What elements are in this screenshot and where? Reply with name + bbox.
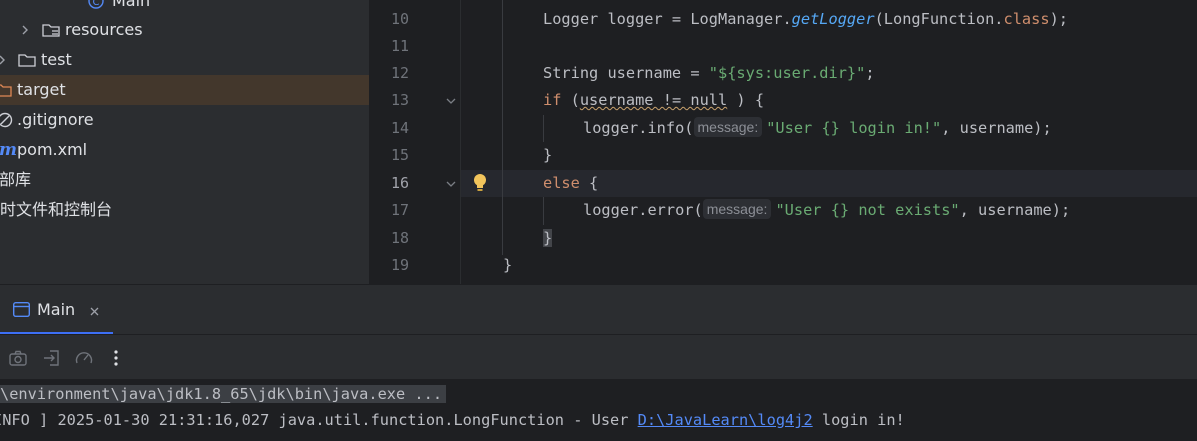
tree-item-pom[interactable]: m pom.xml [0, 135, 369, 165]
folder-icon [18, 54, 36, 67]
project-tree: C Main resources test target .gitignore … [0, 0, 369, 284]
line-number: 17 [390, 201, 409, 219]
parameter-hint: message: [702, 199, 772, 219]
fold-chevron-icon[interactable] [446, 96, 456, 106]
parameter-hint: message: [693, 117, 763, 137]
code-line-14: logger.info(message: "User {} login in!",… [583, 117, 1052, 137]
tree-item-label: test [41, 50, 72, 69]
camera-icon[interactable] [8, 348, 28, 368]
console-output[interactable]: \environment\java\jdk1.8_65\jdk\bin\java… [0, 379, 1197, 441]
code-line-15: } [543, 146, 553, 164]
chevron-right-icon[interactable] [20, 25, 30, 35]
run-tab-bar: Main [0, 284, 1197, 335]
fold-chevron-icon[interactable] [446, 179, 456, 189]
run-tool-window: Main \environment\java\jdk1.8_65\jdk\bin… [0, 284, 1197, 441]
gauge-icon[interactable] [74, 348, 94, 368]
run-window-icon [13, 302, 30, 317]
chevron-right-icon[interactable] [0, 55, 7, 65]
tree-item-main[interactable]: C Main [0, 0, 369, 16]
console-log-line: INFO ] 2025-01-30 21:31:16,027 java.util… [0, 411, 905, 429]
class-icon: C [88, 0, 104, 9]
indent-guide [543, 197, 544, 225]
tree-item-test[interactable]: test [0, 45, 369, 75]
code-line-19: } [503, 256, 513, 274]
tree-item-external-libraries[interactable]: 外部库 [0, 165, 369, 195]
current-line-highlight [369, 170, 1197, 197]
line-number: 19 [390, 256, 409, 274]
tree-item-label: target [17, 80, 66, 99]
tree-item-label: 外部库 [0, 170, 32, 189]
tree-item-label: 临时文件和控制台 [0, 200, 113, 219]
ignore-file-icon [0, 112, 13, 128]
indent-guide [502, 0, 503, 255]
line-number: 10 [390, 10, 409, 28]
line-number: 14 [390, 119, 409, 137]
line-number: 11 [390, 37, 409, 55]
line-number: 13 [390, 91, 409, 109]
tree-item-target[interactable]: target [0, 75, 369, 105]
code-editor[interactable]: 10 11 12 13 14 15 16 17 18 19 Logger log… [369, 0, 1197, 284]
tab-label: Main [37, 300, 76, 319]
close-icon[interactable] [90, 307, 99, 316]
tree-item-resources[interactable]: resources [0, 15, 369, 45]
login-icon[interactable] [42, 348, 62, 368]
console-command-line: \environment\java\jdk1.8_65\jdk\bin\java… [0, 382, 447, 406]
run-toolbar [0, 334, 1197, 380]
lightbulb-icon[interactable] [472, 173, 488, 193]
tree-item-label: pom.xml [17, 140, 88, 159]
resources-folder-icon [42, 24, 60, 37]
indent-guide [543, 115, 544, 142]
line-number: 15 [390, 146, 409, 164]
editor-gutter: 10 11 12 13 14 15 16 17 18 19 [369, 0, 461, 284]
code-line-13: if (username != null ) { [543, 91, 765, 109]
console-path-link[interactable]: D:\JavaLearn\log4j2 [638, 411, 813, 429]
line-number: 12 [390, 64, 409, 82]
tree-item-gitignore[interactable]: .gitignore [0, 105, 369, 135]
line-number-active: 16 [390, 174, 409, 192]
tree-item-label: resources [65, 20, 143, 39]
code-line-10: Logger logger = LogManager.getLogger(Lon… [543, 10, 1068, 28]
code-line-18: } [543, 229, 553, 247]
tab-main[interactable]: Main [0, 285, 113, 335]
more-vertical-icon[interactable] [106, 348, 126, 368]
code-line-12: String username = "${sys:user.dir}"; [543, 64, 875, 82]
tree-item-label: Main [112, 0, 151, 10]
svg-text:C: C [93, 0, 100, 8]
tree-item-label: .gitignore [17, 110, 94, 129]
excluded-folder-icon [0, 84, 12, 97]
code-line-17: logger.error(message: "User {} not exists… [583, 199, 1071, 219]
tree-item-scratches[interactable]: 临时文件和控制台 [0, 195, 369, 225]
line-number: 18 [390, 229, 409, 247]
code-line-16: else { [543, 174, 599, 192]
maven-icon: m [0, 140, 17, 160]
